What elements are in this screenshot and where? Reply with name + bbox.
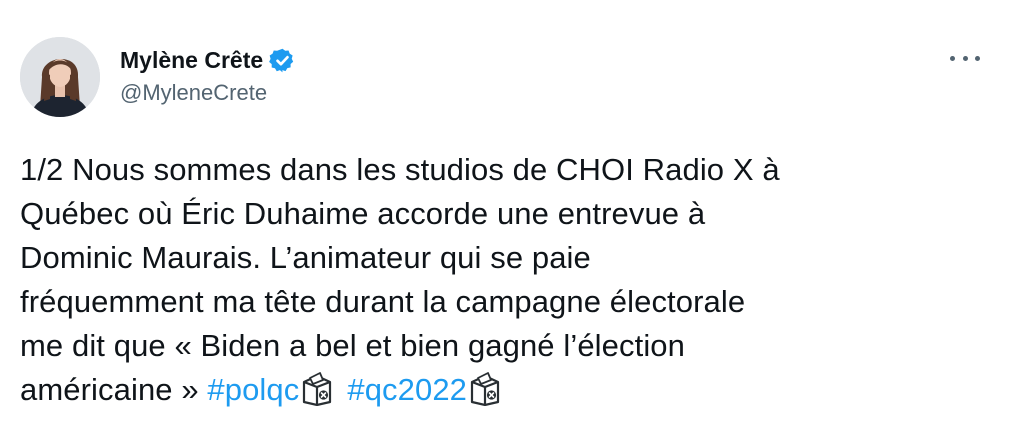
dot-icon bbox=[975, 55, 980, 61]
tweet-text-last-line: américaine » #polqc #qc2022 bbox=[20, 368, 995, 412]
verified-badge-icon bbox=[269, 47, 296, 74]
tweet-text-line: Québec où Éric Duhaime accorde une entre… bbox=[20, 196, 706, 231]
tweet-text-line: fréquemment ma tête durant la campagne é… bbox=[20, 284, 746, 319]
tweet-card: Mylène Crête @MyleneCrete 1/2 Nous somme… bbox=[0, 0, 1010, 440]
dot-icon bbox=[950, 55, 955, 61]
hashtag-link-polqc[interactable]: #polqc bbox=[207, 372, 299, 407]
display-name[interactable]: Mylène Crête bbox=[120, 47, 263, 74]
tweet-text-segment: américaine » bbox=[20, 372, 208, 407]
tweet-text-line: Dominic Maurais. L’animateur qui se paie bbox=[20, 240, 591, 275]
hashtag-link-qc2022[interactable]: #qc2022 bbox=[347, 372, 467, 407]
more-options-icon[interactable] bbox=[950, 48, 980, 68]
dot-icon bbox=[962, 55, 968, 61]
tweet-text: 1/2 Nous sommes dans les studios de CHOI… bbox=[20, 148, 995, 412]
author-name-row: Mylène Crête bbox=[120, 44, 296, 76]
ballot-box-emoji-icon bbox=[301, 372, 333, 407]
tweet-text-line: 1/2 Nous sommes dans les studios de CHOI… bbox=[20, 152, 780, 187]
author-handle[interactable]: @MyleneCrete bbox=[120, 80, 267, 106]
tweet-text-line: me dit que « Biden a bel et bien gagné l… bbox=[20, 328, 685, 363]
avatar[interactable] bbox=[20, 37, 100, 117]
ballot-box-emoji-icon bbox=[469, 372, 501, 407]
